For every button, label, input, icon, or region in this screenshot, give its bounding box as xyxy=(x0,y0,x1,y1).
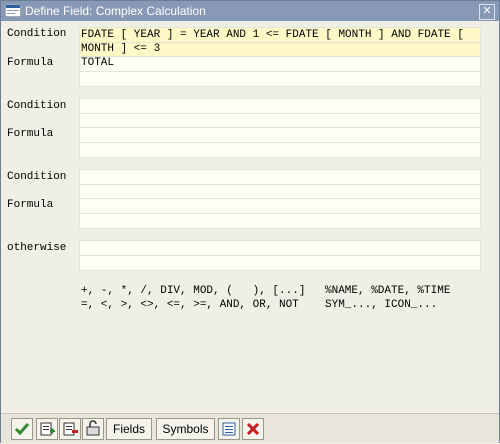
fields-button[interactable]: Fields xyxy=(106,418,152,440)
formula-field-3[interactable] xyxy=(79,198,481,229)
close-icon[interactable]: ✕ xyxy=(479,4,495,20)
formula-text-1: TOTAL xyxy=(81,57,115,69)
sap-window-icon xyxy=(5,4,21,17)
condition-label-3: Condition xyxy=(7,171,67,183)
formula-field-2[interactable] xyxy=(79,127,481,158)
formula-field-1[interactable] xyxy=(79,56,481,87)
help-variables-line2: SYM_..., ICON_... xyxy=(325,299,438,311)
window-title: Define Field: Complex Calculation xyxy=(25,4,206,18)
condition-field-2[interactable] xyxy=(79,98,481,129)
continue-check-icon[interactable] xyxy=(11,418,33,440)
otherwise-field[interactable] xyxy=(79,240,481,271)
delete-line-icon[interactable] xyxy=(59,418,81,440)
list-icon[interactable] xyxy=(218,418,240,440)
help-operators-line1: +, -, *, /, DIV, MOD, ( ), [...] xyxy=(81,285,306,297)
formula-label-1: Formula xyxy=(7,57,54,69)
help-variables-line1: %NAME, %DATE, %TIME xyxy=(325,285,451,297)
condition-text-1-line1: FDATE [ YEAR ] = YEAR AND 1 <= FDATE [ M… xyxy=(81,29,464,41)
symbols-button[interactable]: Symbols xyxy=(156,418,215,440)
cancel-x-icon[interactable] xyxy=(242,418,264,440)
condition-text-1-line2: MONTH ] <= 3 xyxy=(81,43,161,55)
help-operators-line2: =, <, >, <>, <=, >=, AND, OR, NOT xyxy=(81,299,299,311)
title-bar: Define Field: Complex Calculation ✕ xyxy=(1,1,499,21)
condition-field-3[interactable] xyxy=(79,169,481,200)
check-syntax-icon[interactable] xyxy=(82,418,104,440)
formula-label-3: Formula xyxy=(7,199,54,211)
insert-line-icon[interactable] xyxy=(36,418,58,440)
button-bar: Fields Symbols xyxy=(1,413,499,443)
condition-label-2: Condition xyxy=(7,100,67,112)
otherwise-label: otherwise xyxy=(7,242,67,254)
dialog-window: Define Field: Complex Calculation ✕ Cond… xyxy=(0,0,500,443)
formula-label-2: Formula xyxy=(7,128,54,140)
condition-label-1: Condition xyxy=(7,28,67,40)
